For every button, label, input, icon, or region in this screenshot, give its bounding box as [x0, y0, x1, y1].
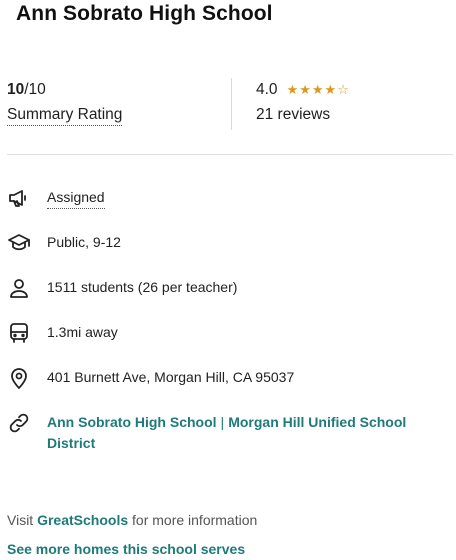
rating-value: 10 [7, 81, 25, 98]
review-average: 4.0 [256, 81, 278, 98]
megaphone-icon [9, 190, 26, 207]
link-separator: | [220, 414, 225, 430]
horizontal-divider [7, 154, 453, 155]
info-row-assigned: Assigned [7, 186, 105, 210]
star-rating: ★ ★ ★ ★ ☆ [287, 83, 349, 97]
school-links: Ann Sobrato High School | Morgan Hill Unif… [47, 411, 427, 454]
summary-rating-label[interactable]: Summary Rating [7, 105, 123, 126]
info-row-address: 401 Burnett Ave, Morgan Hill, CA 95037 [7, 366, 294, 390]
distance: 1.3mi away [47, 324, 118, 340]
see-more-homes-link[interactable]: See more homes this school serves [7, 541, 245, 557]
greatschools-link[interactable]: GreatSchools [37, 512, 128, 528]
school-type: Public, 9-12 [47, 234, 121, 250]
vertical-divider [231, 78, 232, 130]
visit-prefix: Visit [7, 512, 34, 528]
reviews-summary: 4.0 ★ ★ ★ ★ ☆ 21 reviews [256, 80, 349, 125]
school-link[interactable]: Ann Sobrato High School [47, 414, 217, 430]
star-full-icon: ★ [311, 82, 324, 97]
summary-rating: 10/10 Summary Rating [7, 80, 123, 126]
info-row-students: 1511 students (26 per teacher) [7, 276, 237, 300]
info-row-links: Ann Sobrato High School | Morgan Hill Unif… [7, 411, 427, 454]
person-icon [10, 279, 28, 298]
visit-suffix: for more information [132, 512, 258, 528]
visit-greatschools: Visit GreatSchools for more information [7, 512, 257, 528]
address: 401 Burnett Ave, Morgan Hill, CA 95037 [47, 369, 295, 385]
link-icon [9, 413, 29, 433]
star-full-icon: ★ [324, 82, 337, 97]
info-row-type: Public, 9-12 [7, 231, 121, 255]
star-empty-icon: ☆ [337, 82, 349, 97]
location-pin-icon [11, 368, 27, 389]
star-full-icon: ★ [299, 82, 311, 97]
graduation-cap-icon [8, 234, 30, 251]
bus-icon [10, 323, 28, 343]
reviews-count[interactable]: 21 reviews [256, 105, 349, 125]
rating-out-of: /10 [24, 81, 46, 98]
school-name: Ann Sobrato High School [16, 2, 273, 25]
info-row-distance: 1.3mi away [7, 321, 118, 345]
star-full-icon: ★ [286, 82, 299, 97]
student-count: 1511 students (26 per teacher) [47, 279, 238, 295]
assigned-label[interactable]: Assigned [47, 186, 105, 209]
rating-score: 10/10 [7, 80, 122, 100]
